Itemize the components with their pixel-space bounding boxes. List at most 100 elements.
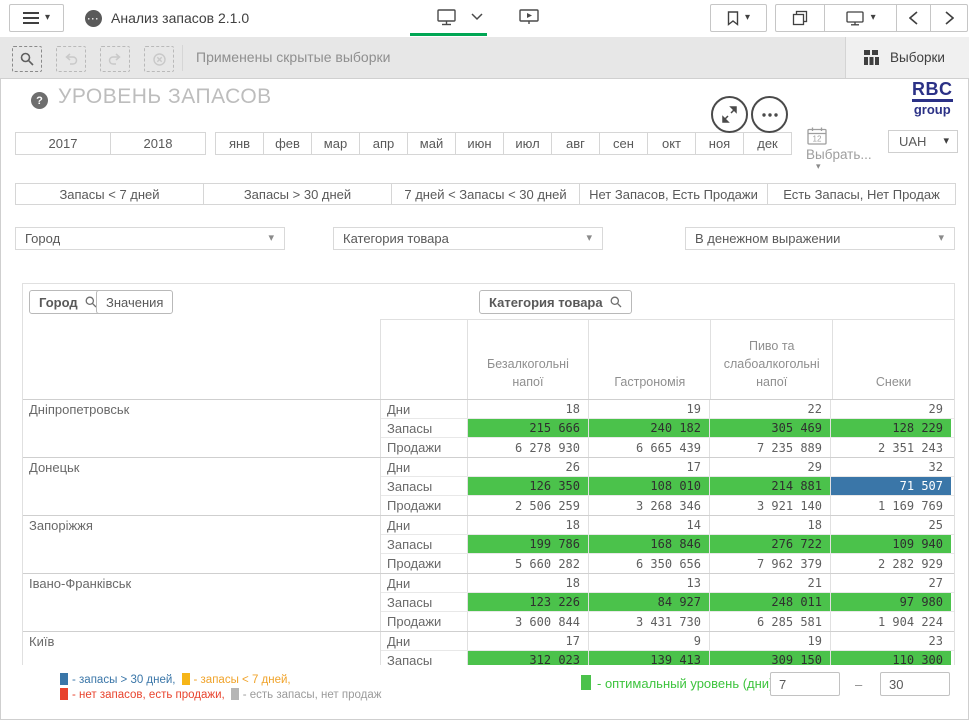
data-cell[interactable]: 108 010	[588, 477, 709, 495]
measure-label[interactable]: Дни	[381, 574, 467, 592]
data-cell[interactable]: 84 927	[588, 593, 709, 611]
data-cell[interactable]: 17	[588, 458, 709, 476]
presentation-icon[interactable]	[519, 9, 539, 26]
data-cell[interactable]: 19	[588, 400, 709, 418]
selections-tool-button[interactable]: Выборки	[845, 37, 969, 78]
stock-filter-button[interactable]: Нет Запасов, Есть Продажи	[579, 183, 768, 205]
data-cell[interactable]: 29	[830, 400, 951, 418]
dropdown-select[interactable]: Город▾	[15, 227, 285, 250]
data-cell[interactable]: 7 962 379	[709, 554, 830, 573]
more-options-button[interactable]	[751, 96, 788, 133]
data-cell[interactable]: 2 506 259	[467, 496, 588, 515]
measure-label[interactable]: Продажи	[381, 496, 467, 515]
month-button[interactable]: июл	[503, 132, 552, 155]
data-cell[interactable]: 3 431 730	[588, 612, 709, 631]
year-button[interactable]: 2018	[110, 132, 206, 155]
month-button[interactable]: янв	[215, 132, 264, 155]
measure-label[interactable]: Дни	[381, 632, 467, 650]
column-header-cell[interactable]: Гастрономія	[588, 319, 710, 399]
measure-label[interactable]: Запасы	[381, 477, 467, 495]
values-button[interactable]: Значения	[96, 290, 173, 314]
data-cell[interactable]: 97 980	[830, 593, 951, 611]
data-cell[interactable]: 6 285 581	[709, 612, 830, 631]
calendar-icon[interactable]: 12	[807, 127, 827, 145]
month-button[interactable]: июн	[455, 132, 504, 155]
data-cell[interactable]: 248 011	[709, 593, 830, 611]
measure-label[interactable]: Дни	[381, 458, 467, 476]
data-cell[interactable]: 71 507	[830, 477, 951, 495]
data-cell[interactable]: 19	[709, 632, 830, 650]
month-button[interactable]: ноя	[695, 132, 744, 155]
month-button[interactable]: сен	[599, 132, 648, 155]
data-cell[interactable]: 2 351 243	[830, 438, 951, 457]
global-menu-button[interactable]: ▾	[9, 4, 64, 32]
month-button[interactable]: май	[407, 132, 456, 155]
duplicate-sheet-button[interactable]	[776, 5, 825, 31]
data-cell[interactable]: 139 413	[588, 651, 709, 665]
data-cell[interactable]: 276 722	[709, 535, 830, 553]
fullscreen-button[interactable]	[711, 96, 748, 133]
data-cell[interactable]: 199 786	[467, 535, 588, 553]
data-cell[interactable]: 3 600 844	[467, 612, 588, 631]
sheet-view-icon[interactable]	[437, 9, 456, 26]
data-cell[interactable]: 109 940	[830, 535, 951, 553]
app-icon[interactable]: ···	[85, 10, 102, 27]
data-cell[interactable]: 7 235 889	[709, 438, 830, 457]
optimal-from-input[interactable]	[770, 672, 840, 696]
stock-filter-button[interactable]: Запасы < 7 дней	[15, 183, 204, 205]
row-header-city[interactable]: Дніпропетровськ	[23, 400, 381, 457]
step-back-button[interactable]	[56, 46, 86, 72]
data-cell[interactable]: 240 182	[588, 419, 709, 437]
data-cell[interactable]: 215 666	[467, 419, 588, 437]
bookmark-button[interactable]: ▾	[710, 4, 767, 32]
data-cell[interactable]: 18	[467, 516, 588, 534]
row-header-city[interactable]: Запоріжжя	[23, 516, 381, 573]
measure-label[interactable]: Дни	[381, 516, 467, 534]
data-cell[interactable]: 2 282 929	[830, 554, 951, 573]
step-forward-button[interactable]	[100, 46, 130, 72]
next-sheet-button[interactable]	[931, 5, 967, 31]
selections-search-button[interactable]	[12, 46, 42, 72]
row-dimension-button[interactable]: Город	[29, 290, 107, 314]
data-cell[interactable]: 18	[467, 574, 588, 592]
data-cell[interactable]: 26	[467, 458, 588, 476]
data-cell[interactable]: 17	[467, 632, 588, 650]
chevron-down-icon[interactable]: ▾	[816, 161, 821, 172]
measure-label[interactable]: Запасы	[381, 535, 467, 553]
data-cell[interactable]: 13	[588, 574, 709, 592]
calendar-choose-label[interactable]: Выбрать...	[806, 147, 872, 162]
dropdown-select[interactable]: В денежном выражении▾	[685, 227, 955, 250]
column-dimension-button[interactable]: Категория товара	[479, 290, 632, 314]
data-cell[interactable]: 123 226	[467, 593, 588, 611]
data-cell[interactable]: 32	[830, 458, 951, 476]
row-header-city[interactable]: Івано-Франківськ	[23, 574, 381, 631]
optimal-to-input[interactable]	[880, 672, 950, 696]
data-cell[interactable]: 23	[830, 632, 951, 650]
data-cell[interactable]: 25	[830, 516, 951, 534]
data-cell[interactable]: 3 921 140	[709, 496, 830, 515]
data-cell[interactable]: 27	[830, 574, 951, 592]
month-button[interactable]: апр	[359, 132, 408, 155]
data-cell[interactable]: 21	[709, 574, 830, 592]
year-button[interactable]: 2017	[15, 132, 111, 155]
data-cell[interactable]: 312 023	[467, 651, 588, 665]
data-cell[interactable]: 1 169 769	[830, 496, 951, 515]
measure-label[interactable]: Запасы	[381, 593, 467, 611]
column-header-cell[interactable]: Снеки	[832, 319, 954, 399]
measure-label[interactable]: Продажи	[381, 612, 467, 631]
data-cell[interactable]: 126 350	[467, 477, 588, 495]
data-cell[interactable]: 309 150	[709, 651, 830, 665]
data-cell[interactable]: 18	[467, 400, 588, 418]
month-button[interactable]: дек	[743, 132, 792, 155]
measure-label[interactable]: Продажи	[381, 554, 467, 573]
measure-label[interactable]: Продажи	[381, 438, 467, 457]
data-cell[interactable]: 168 846	[588, 535, 709, 553]
prev-sheet-button[interactable]	[897, 5, 932, 31]
data-cell[interactable]: 6 278 930	[467, 438, 588, 457]
stock-filter-button[interactable]: Запасы > 30 дней	[203, 183, 392, 205]
stock-filter-button[interactable]: Есть Запасы, Нет Продаж	[767, 183, 956, 205]
column-header-cell[interactable]: Пиво та слабоалкогольні напої	[710, 319, 832, 399]
data-cell[interactable]: 18	[709, 516, 830, 534]
data-cell[interactable]: 22	[709, 400, 830, 418]
data-cell[interactable]: 128 229	[830, 419, 951, 437]
